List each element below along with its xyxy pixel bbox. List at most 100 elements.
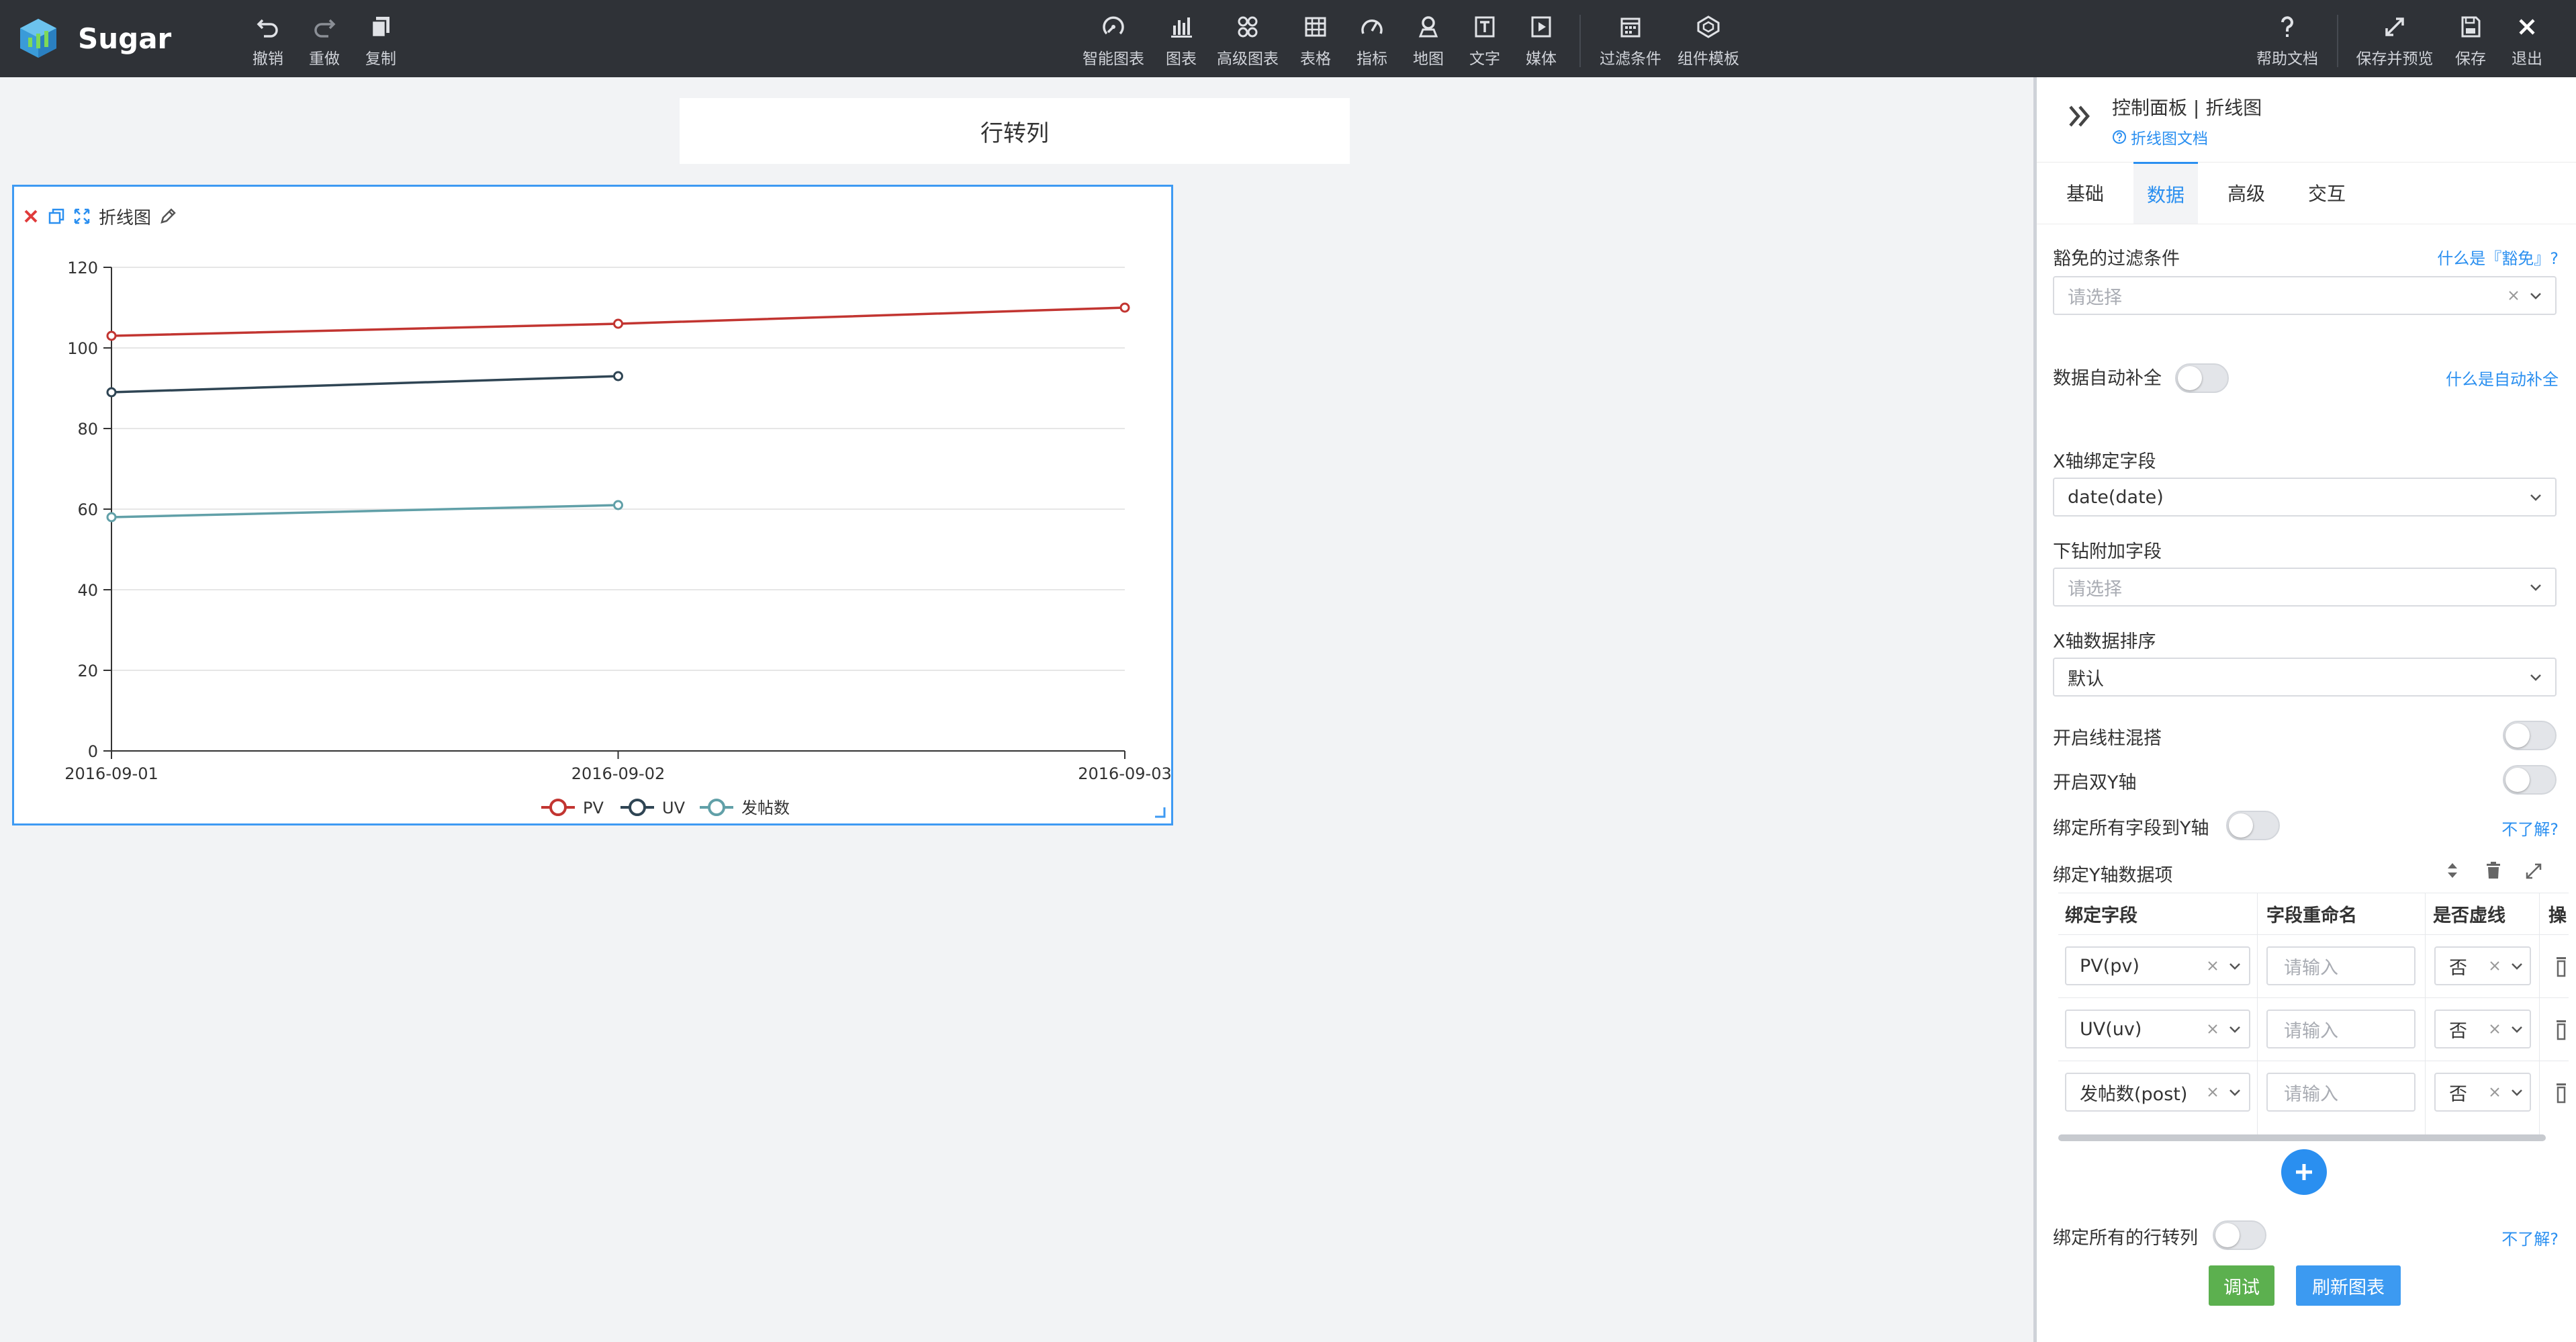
bind-all-y-label: 绑定所有字段到Y轴 [2053, 818, 2209, 839]
line-bar-mix-label: 开启线柱混搭 [2053, 728, 2162, 749]
resize-handle-icon[interactable] [1154, 806, 1166, 818]
legend-swatch-marker [549, 799, 567, 816]
gauge-button[interactable]: 指标 [1351, 13, 1393, 69]
clear-icon[interactable] [2507, 289, 2520, 302]
bind-all-y-toggle[interactable] [2226, 811, 2280, 840]
drill-field-select[interactable]: 请选择 [2053, 568, 2557, 607]
expand-table-icon[interactable] [2524, 862, 2543, 881]
sort-icon[interactable] [2444, 860, 2461, 881]
filter-button[interactable]: 过滤条件 [1597, 13, 1664, 69]
advanced-chart-button[interactable]: 高级图表 [1214, 13, 1281, 69]
trash-icon[interactable] [2484, 860, 2503, 881]
plus-icon [2296, 1164, 2312, 1180]
row-delete-icon[interactable] [2554, 954, 2569, 979]
table-row-dashed-select[interactable]: 否 [2434, 1010, 2531, 1048]
clear-icon[interactable] [2488, 959, 2501, 973]
dual-y-label: 开启双Y轴 [2053, 772, 2137, 793]
smart-chart-label: 智能图表 [1083, 50, 1144, 68]
data-point [613, 318, 623, 329]
collapse-panel-icon[interactable] [2065, 101, 2095, 131]
table-label: 表格 [1300, 50, 1331, 68]
table-button[interactable]: 表格 [1295, 13, 1336, 69]
table-row-rename-input[interactable]: 请输入 [2266, 1010, 2416, 1048]
smart-chart-button[interactable]: 智能图表 [1080, 13, 1147, 69]
save-preview-button[interactable]: 保存并预览 [2352, 13, 2438, 69]
line-chart-widget[interactable]: 0 20 40 60 80 100 120 2016-09-01 2016-09-02 2016-… [12, 185, 1173, 825]
panel-header: 控制面板 | 折线图 折线图文档 [2037, 77, 2576, 163]
row-delete-icon[interactable] [2554, 1081, 2569, 1105]
delete-widget-icon[interactable] [22, 208, 40, 225]
y-tick-label: 120 [67, 259, 98, 277]
dashboard-title[interactable]: 行转列 [680, 98, 1350, 164]
bind-all-y-help-link[interactable]: 不了解? [2501, 816, 2559, 840]
help-doc-button[interactable]: 帮助文档 [2254, 13, 2321, 69]
table-row-field-select[interactable]: 发帖数(post) [2065, 1073, 2250, 1112]
x-field-select[interactable]: date(date) [2053, 478, 2557, 517]
clear-icon[interactable] [2206, 1022, 2219, 1036]
line-bar-mix-toggle[interactable] [2503, 721, 2557, 750]
redo-button[interactable]: 重做 [304, 13, 345, 69]
tab-basic[interactable]: 基础 [2053, 162, 2117, 224]
chart-doc-link[interactable]: 折线图文档 [2112, 126, 2208, 148]
legend-swatch-marker [629, 799, 646, 816]
table-row-rename-input[interactable]: 请输入 [2266, 946, 2416, 985]
copy-button[interactable]: 复制 [360, 13, 402, 69]
clear-icon[interactable] [2206, 1085, 2219, 1099]
chevron-down-icon [2229, 1026, 2240, 1033]
y-tick-label: 40 [77, 581, 98, 600]
undo-button[interactable]: 撤销 [247, 13, 289, 69]
dual-y-toggle[interactable] [2503, 765, 2557, 795]
x-tick-label: 2016-09-03 [1078, 764, 1171, 783]
duplicate-widget-icon[interactable] [48, 208, 65, 225]
table-row-dashed-select[interactable]: 否 [2434, 1073, 2531, 1112]
text-icon [1475, 16, 1495, 38]
table-border [2058, 934, 2569, 935]
bar-chart-icon [1171, 17, 1192, 38]
table-row-dashed-select[interactable]: 否 [2434, 946, 2531, 985]
chart-label: 图表 [1166, 50, 1197, 68]
clear-icon[interactable] [2488, 1022, 2501, 1036]
auto-fill-toggle[interactable] [2175, 363, 2229, 393]
x-sort-select[interactable]: 默认 [2053, 658, 2557, 697]
table-column-border [2539, 893, 2540, 1136]
bind-all-rows-help-link[interactable]: 不了解? [2501, 1226, 2559, 1249]
table-horizontal-scrollbar[interactable] [2058, 1134, 2546, 1141]
tab-data[interactable]: 数据 [2133, 162, 2198, 224]
fullscreen-widget-icon[interactable] [73, 208, 91, 225]
chart-doc-link-text: 折线图文档 [2131, 130, 2208, 148]
exit-button[interactable]: 退出 [2506, 13, 2548, 69]
auto-fill-help-link[interactable]: 什么是自动补全 [2446, 366, 2559, 390]
table-row-field-select[interactable]: UV(uv) [2065, 1010, 2250, 1048]
edit-name-icon[interactable] [159, 208, 177, 225]
x-sort-label: X轴数据排序 [2053, 631, 2156, 652]
chevron-down-icon [2530, 584, 2541, 591]
exempt-filter-help-link[interactable]: 什么是『豁免』? [2437, 245, 2559, 269]
table-row-field-select[interactable]: PV(pv) [2065, 946, 2250, 985]
row-delete-icon[interactable] [2554, 1018, 2569, 1042]
map-button[interactable]: 地图 [1408, 13, 1449, 69]
media-button[interactable]: 媒体 [1520, 13, 1562, 69]
refresh-chart-button[interactable]: 刷新图表 [2296, 1265, 2401, 1306]
exempt-filter-select[interactable]: 请选择 [2053, 276, 2557, 315]
toolbar-divider-right [2337, 15, 2338, 67]
data-point [613, 371, 623, 382]
tab-interaction[interactable]: 交互 [2295, 162, 2359, 224]
save-label: 保存 [2455, 50, 2486, 68]
table-row-field-value: UV(uv) [2080, 1018, 2142, 1040]
text-button[interactable]: 文字 [1464, 13, 1506, 69]
chart-button[interactable]: 图表 [1160, 13, 1202, 69]
debug-button[interactable]: 调试 [2209, 1265, 2274, 1306]
save-button[interactable]: 保存 [2450, 13, 2491, 69]
table-row-rename-input[interactable]: 请输入 [2266, 1073, 2416, 1112]
chevron-down-icon [2229, 1089, 2240, 1096]
expand-icon [2385, 17, 2404, 36]
table-row-border [2058, 997, 2569, 998]
add-y-item-button[interactable] [2281, 1149, 2327, 1195]
panel-tabs: 基础 数据 高级 交互 [2037, 162, 2576, 224]
tab-advanced[interactable]: 高级 [2214, 162, 2279, 224]
clear-icon[interactable] [2206, 959, 2219, 973]
bind-all-rows-toggle[interactable] [2213, 1220, 2266, 1250]
component-template-button[interactable]: 组件模板 [1675, 13, 1742, 69]
component-template-label: 组件模板 [1677, 50, 1739, 68]
clear-icon[interactable] [2488, 1085, 2501, 1099]
